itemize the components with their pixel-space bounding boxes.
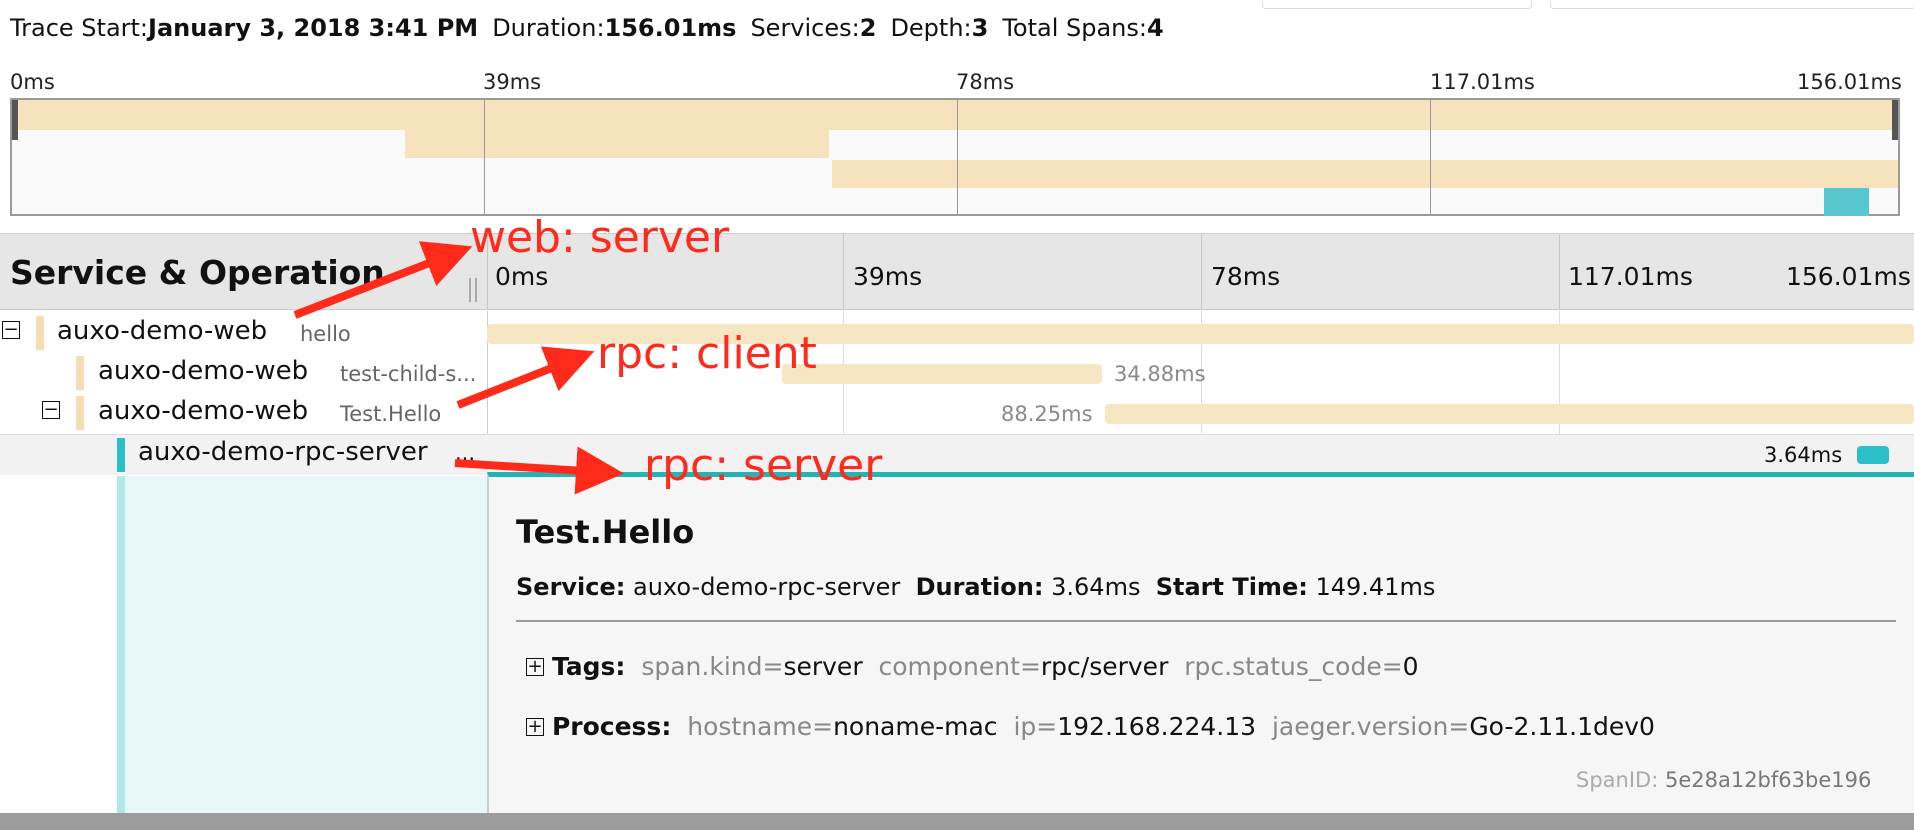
arrow-rpc-server	[454, 446, 624, 495]
arrow-rpc-client	[456, 346, 595, 409]
arrow-web-server	[293, 241, 473, 319]
annotation-arrows	[293, 241, 624, 495]
